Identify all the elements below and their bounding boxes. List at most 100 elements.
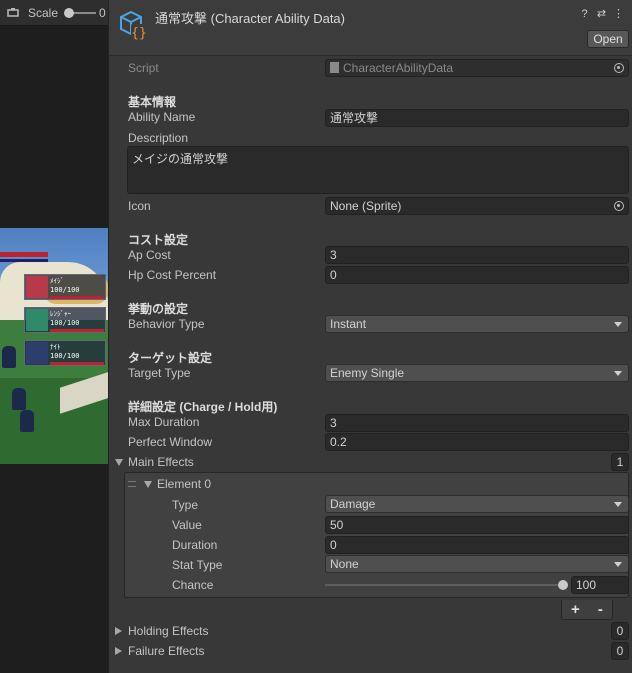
failure-effects-count[interactable]: 0	[611, 642, 629, 660]
section-cost: コスト設定	[128, 233, 189, 247]
knight-portrait	[26, 342, 48, 364]
section-detail: 詳細設定 (Charge / Hold用)	[128, 400, 278, 414]
holding-effects-foldout-icon[interactable]	[115, 627, 122, 635]
scriptable-object-icon: {}	[120, 10, 147, 41]
party-hp: 100/100	[50, 286, 80, 294]
perfect-window-label: Perfect Window	[128, 435, 213, 449]
max-duration-input[interactable]: 3	[325, 414, 629, 432]
header-icons: ? ⇄ ⋮	[578, 8, 625, 22]
inspector-header: {} 通常攻撃 (Character Ability Data) ? ⇄ ⋮ O…	[109, 0, 632, 56]
behavior-type-label: Behavior Type	[128, 317, 205, 331]
stat-type-label: Stat Type	[172, 558, 223, 572]
party-name: ﾒｲｼﾞ	[50, 277, 64, 285]
effect-duration-label: Duration	[172, 538, 218, 552]
tool-icon[interactable]	[6, 6, 20, 20]
holding-effects-count[interactable]: 0	[611, 622, 629, 640]
game-character	[20, 410, 34, 432]
hp-cost-percent-input[interactable]: 0	[325, 266, 629, 284]
max-duration-label: Max Duration	[128, 415, 200, 429]
preset-icon[interactable]: ⇄	[595, 8, 608, 21]
icon-sprite-value: None (Sprite)	[330, 199, 402, 213]
open-button[interactable]: Open	[587, 30, 629, 48]
ap-cost-input[interactable]: 3	[325, 246, 629, 264]
party-hp-bar	[50, 362, 104, 365]
dropdown-caret-icon	[614, 371, 622, 376]
chance-input[interactable]: 100	[571, 576, 629, 594]
inspector-title: 通常攻撃 (Character Ability Data)	[155, 11, 345, 26]
game-character	[2, 346, 16, 368]
game-view-panel: Scale 0 ﾒｲｼﾞ 100/100 ﾚﾝｼﾞｬｰ 100/100 ﾅｲﾄ …	[0, 0, 108, 673]
target-type-value: Enemy Single	[330, 366, 405, 380]
party-name: ﾅｲﾄ	[50, 343, 61, 351]
failure-effects-foldout-icon[interactable]	[115, 647, 122, 655]
stat-type-value: None	[330, 557, 359, 571]
icon-label: Icon	[128, 199, 151, 213]
dropdown-caret-icon	[614, 562, 622, 567]
script-file-icon	[330, 62, 339, 73]
description-textarea[interactable]: メイジの通常攻撃	[127, 146, 629, 194]
scale-label: Scale	[28, 6, 59, 20]
target-type-dropdown[interactable]: Enemy Single	[325, 364, 629, 382]
enemy-hp-bar	[0, 252, 48, 257]
holding-effects-label[interactable]: Holding Effects	[128, 624, 209, 638]
ability-name-label: Ability Name	[128, 110, 196, 124]
main-effects-count[interactable]: 1	[611, 453, 629, 471]
add-element-button[interactable]: +	[571, 601, 580, 619]
chance-slider-knob[interactable]	[558, 580, 568, 590]
scale-slider-knob[interactable]	[64, 8, 74, 18]
behavior-type-value: Instant	[330, 317, 367, 331]
enemy-ap-bar	[0, 259, 48, 262]
party-card-knight: ﾅｲﾄ 100/100	[24, 340, 106, 366]
stat-type-dropdown[interactable]: None	[325, 555, 629, 573]
game-view-toolbar: Scale 0	[0, 0, 108, 26]
inspector-panel: {} 通常攻撃 (Character Ability Data) ? ⇄ ⋮ O…	[108, 0, 632, 673]
drag-handle-icon[interactable]	[128, 481, 136, 487]
element-foldout-icon[interactable]	[144, 481, 152, 488]
ranger-portrait	[26, 309, 48, 331]
party-card-mage: ﾒｲｼﾞ 100/100	[24, 274, 106, 300]
ability-name-input[interactable]: 通常攻撃	[325, 109, 629, 127]
failure-effects-label[interactable]: Failure Effects	[128, 644, 204, 658]
object-picker-icon[interactable]	[614, 201, 624, 211]
chance-slider-track[interactable]	[325, 584, 563, 586]
target-type-label: Target Type	[128, 366, 191, 380]
effect-value-label: Value	[172, 518, 202, 532]
chance-label: Chance	[172, 578, 214, 592]
hp-cost-percent-label: Hp Cost Percent	[128, 268, 217, 282]
dropdown-caret-icon	[614, 322, 622, 327]
behavior-type-dropdown[interactable]: Instant	[325, 315, 629, 333]
effect-type-value: Damage	[330, 497, 376, 511]
effect-duration-input[interactable]: 0	[325, 536, 629, 554]
game-preview: ﾒｲｼﾞ 100/100 ﾚﾝｼﾞｬｰ 100/100 ﾅｲﾄ 100/100	[0, 228, 108, 464]
element-0-label[interactable]: Element 0	[157, 477, 211, 491]
party-hp-bar	[50, 329, 104, 332]
party-hp: 100/100	[50, 352, 80, 360]
party-hp: 100/100	[50, 319, 80, 327]
section-behavior: 挙動の設定	[128, 302, 189, 316]
scale-value: 0	[99, 6, 106, 20]
perfect-window-input[interactable]: 0.2	[325, 433, 629, 451]
party-card-ranger: ﾚﾝｼﾞｬｰ 100/100	[24, 307, 106, 333]
icon-sprite-field[interactable]: None (Sprite)	[325, 197, 629, 215]
object-picker-icon[interactable]	[614, 63, 624, 73]
effect-type-label: Type	[172, 498, 199, 512]
mage-portrait	[26, 276, 48, 298]
section-target: ターゲット設定	[128, 351, 213, 365]
script-label: Script	[128, 61, 159, 75]
script-field: CharacterAbilityData	[325, 59, 629, 77]
more-menu-icon[interactable]: ⋮	[612, 8, 625, 21]
game-character	[12, 388, 26, 410]
main-effects-foldout-icon[interactable]	[115, 459, 123, 466]
ap-cost-label: Ap Cost	[128, 248, 171, 262]
remove-element-button[interactable]: -	[598, 601, 603, 619]
party-name: ﾚﾝｼﾞｬｰ	[50, 310, 71, 318]
effect-value-input[interactable]: 50	[325, 516, 629, 534]
help-icon[interactable]: ?	[578, 8, 591, 21]
main-effects-label[interactable]: Main Effects	[128, 455, 194, 469]
svg-text:{}: {}	[131, 26, 147, 41]
list-add-remove-buttons: + -	[561, 600, 613, 620]
section-basic: 基本情報	[128, 95, 177, 109]
dropdown-caret-icon	[614, 502, 622, 507]
effect-type-dropdown[interactable]: Damage	[325, 495, 629, 513]
description-label: Description	[128, 131, 189, 145]
